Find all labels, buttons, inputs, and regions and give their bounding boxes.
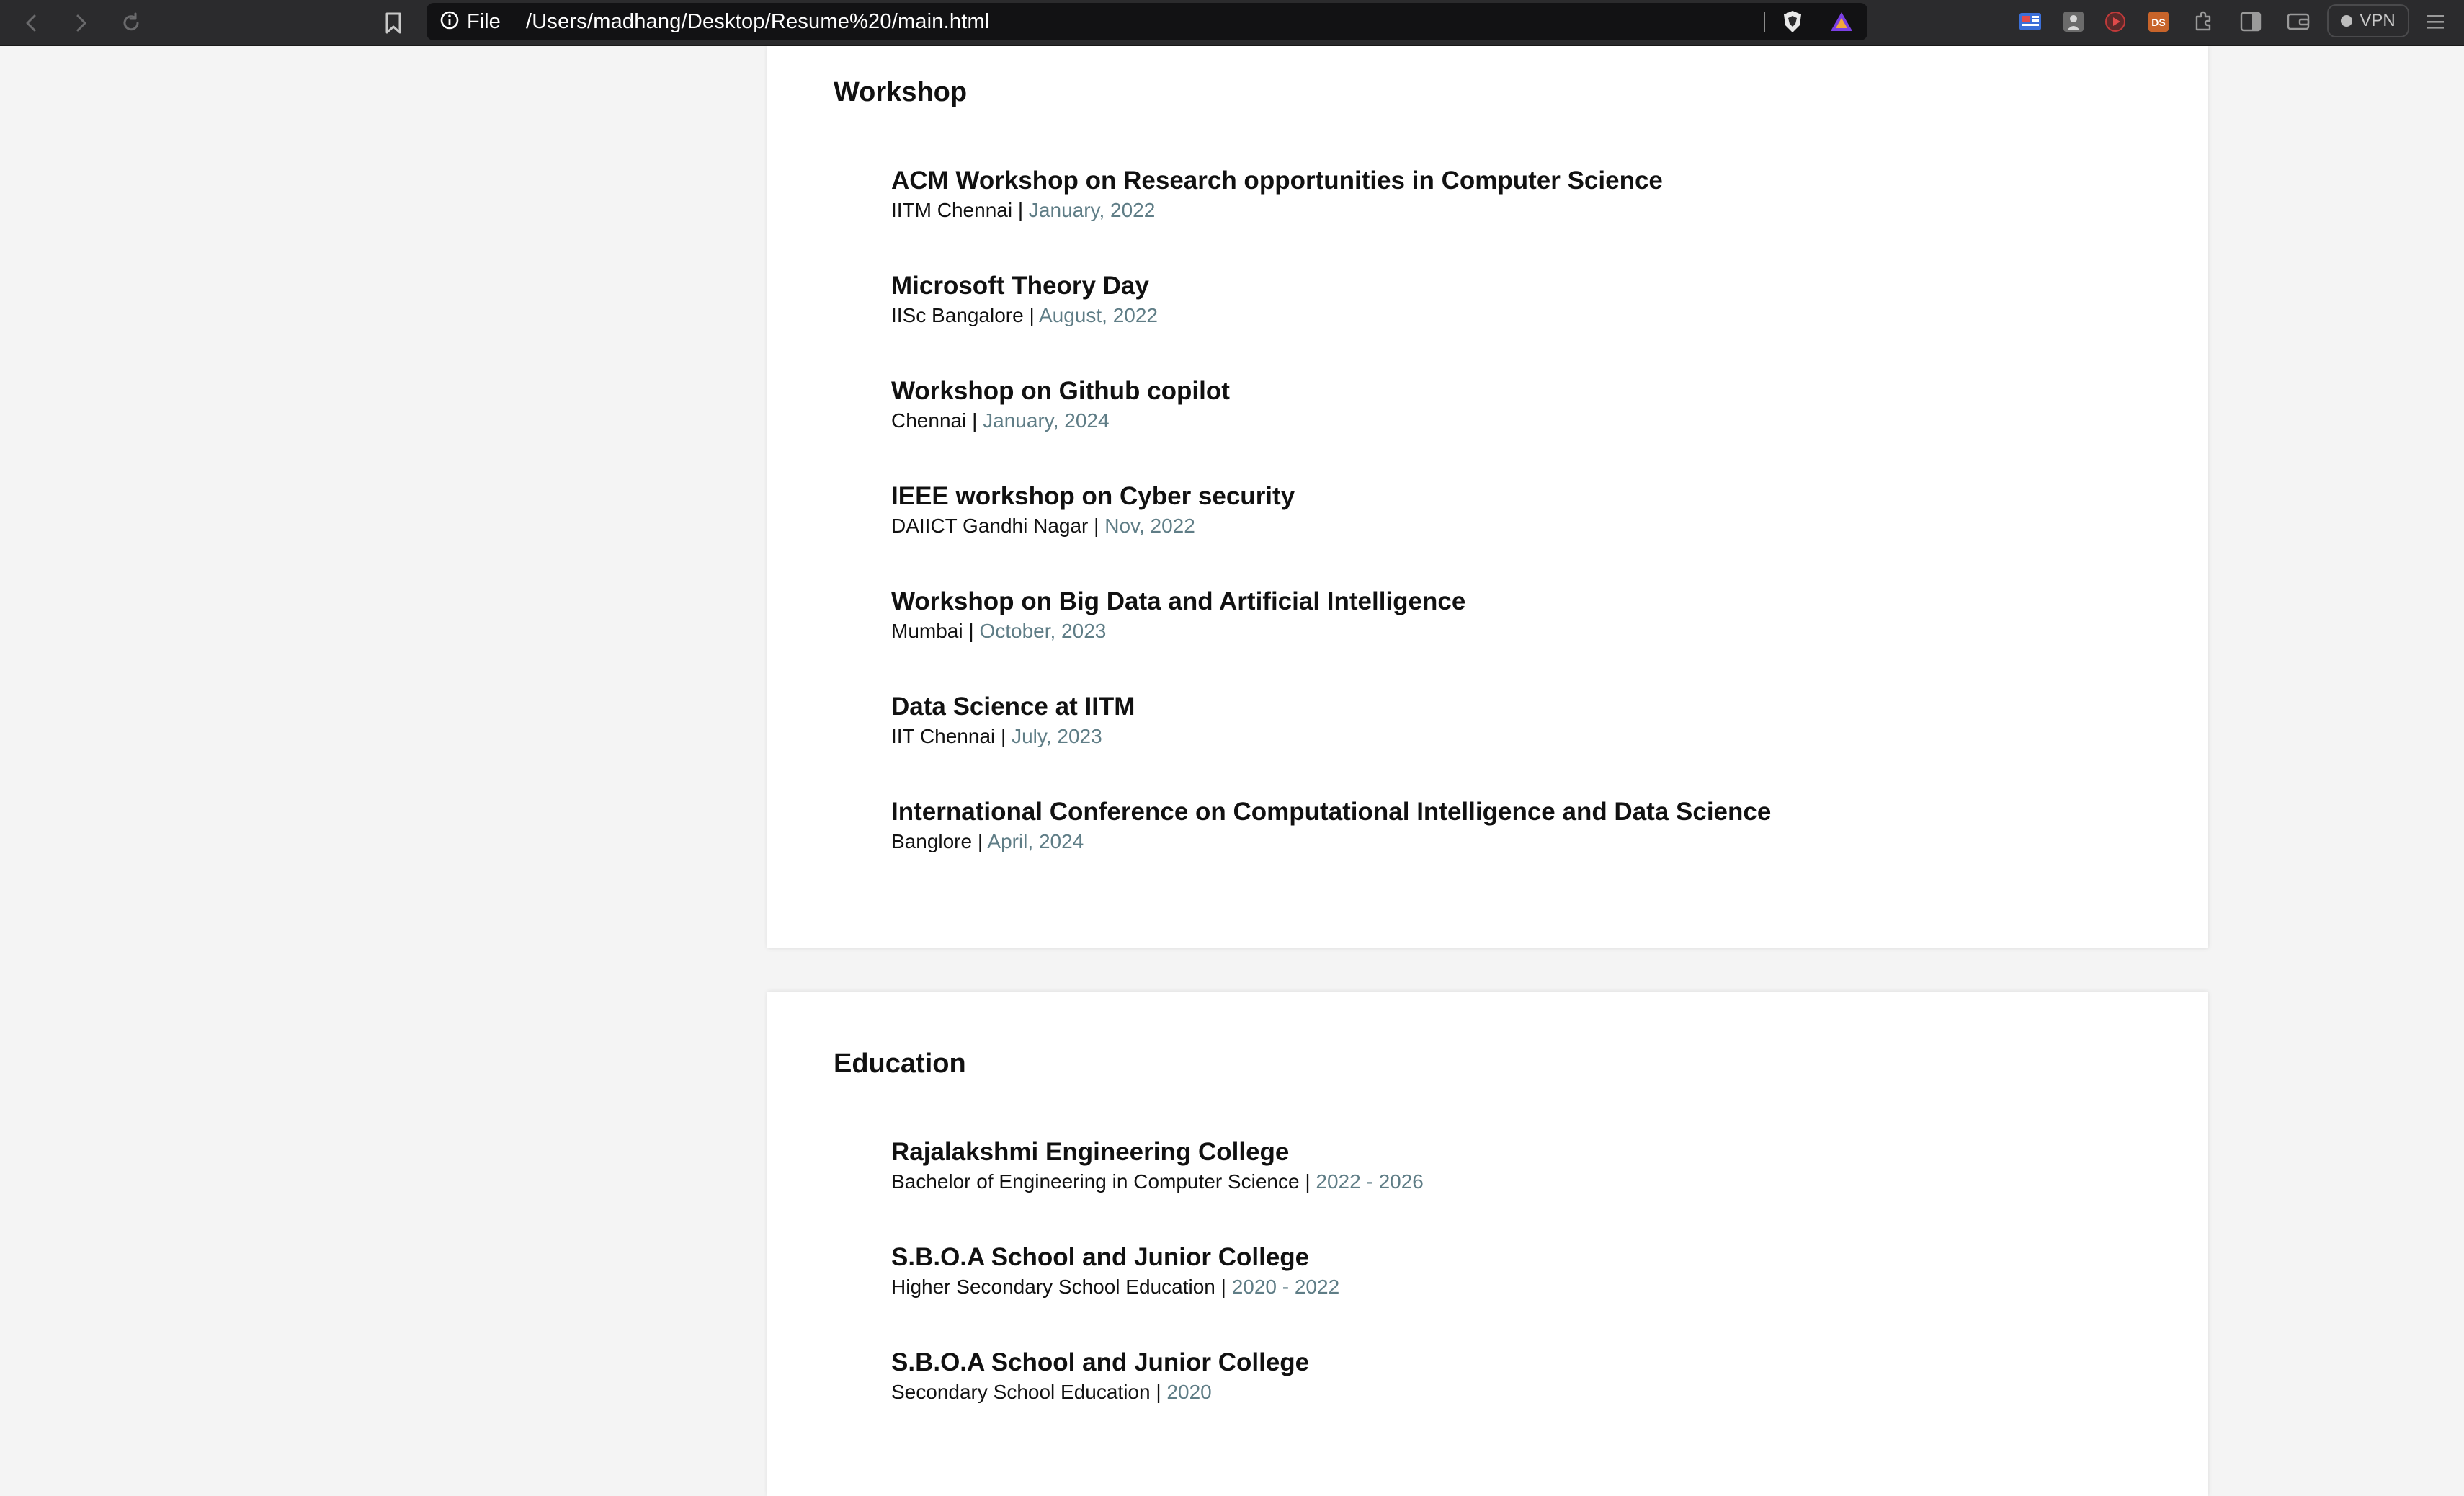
separator: | xyxy=(1094,515,1099,537)
education-item-degree: Secondary School Education xyxy=(891,1381,1151,1403)
brave-shield-icon[interactable] xyxy=(1780,9,1805,35)
education-item: S.B.O.A School and Junior College Second… xyxy=(891,1348,1309,1405)
workshop-item-title: Workshop on Github copilot xyxy=(891,377,1230,405)
extension-play-icon[interactable] xyxy=(2102,9,2128,35)
education-item-years: 2020 - 2022 xyxy=(1231,1275,1340,1298)
separator: | xyxy=(972,409,978,432)
workshop-item-title: Microsoft Theory Day xyxy=(891,272,1149,300)
extensions-puzzle-icon[interactable] xyxy=(2190,9,2216,35)
workshop-item: Workshop on Github copilot Chennai | Jan… xyxy=(891,376,1230,434)
education-item-years: 2022 - 2026 xyxy=(1316,1170,1424,1193)
section-title-education: Education xyxy=(834,1048,966,1079)
forward-arrow-icon[interactable] xyxy=(63,6,98,40)
workshop-item-date: Nov, 2022 xyxy=(1104,515,1195,537)
workshop-item-title: Workshop on Big Data and Artificial Inte… xyxy=(891,587,1466,615)
workshop-item-meta: Banglore | April, 2024 xyxy=(891,829,1771,855)
education-item: Rajalakshmi Engineering College Bachelor… xyxy=(891,1137,1424,1195)
workshop-item-date: July, 2023 xyxy=(1012,725,1102,747)
workshop-item-title: ACM Workshop on Research opportunities i… xyxy=(891,166,1663,195)
workshop-section: Workshop ACM Workshop on Research opport… xyxy=(767,46,2208,948)
sidebar-toggle-icon[interactable] xyxy=(2238,9,2264,35)
workshop-item-place: IIT Chennai xyxy=(891,725,996,747)
workshop-item-date: October, 2023 xyxy=(979,620,1107,642)
workshop-item-meta: Chennai | January, 2024 xyxy=(891,408,1230,434)
address-bar[interactable]: File /Users/madhang/Desktop/Resume%20/ma… xyxy=(427,3,1867,40)
hamburger-menu-icon[interactable] xyxy=(2422,9,2448,35)
back-arrow-icon[interactable] xyxy=(14,6,49,40)
url-divider xyxy=(1764,12,1765,32)
workshop-item-date: August, 2022 xyxy=(1038,304,1158,326)
separator: | xyxy=(968,620,974,642)
workshop-item-place: DAIICT Gandhi Nagar xyxy=(891,515,1089,537)
reload-icon[interactable] xyxy=(114,6,148,40)
workshop-item-place: IISc Bangalore xyxy=(891,304,1024,326)
education-item: S.B.O.A School and Junior College Higher… xyxy=(891,1242,1339,1300)
education-item-title: S.B.O.A School and Junior College xyxy=(891,1243,1310,1271)
workshop-item-place: IITM Chennai xyxy=(891,199,1013,221)
workshop-item: ACM Workshop on Research opportunities i… xyxy=(891,166,1663,223)
education-item-title: S.B.O.A School and Junior College xyxy=(891,1348,1310,1376)
url-text[interactable]: /Users/madhang/Desktop/Resume%20/main.ht… xyxy=(526,3,989,40)
workshop-item-place: Chennai xyxy=(891,409,967,432)
extension-person-icon[interactable] xyxy=(2061,9,2086,35)
browser-toolbar: File /Users/madhang/Desktop/Resume%20/ma… xyxy=(0,0,2464,46)
workshop-item-meta: IITM Chennai | January, 2022 xyxy=(891,197,1663,223)
education-item-years: 2020 xyxy=(1166,1381,1212,1403)
separator: | xyxy=(1156,1381,1161,1403)
workshop-item-title: Data Science at IITM xyxy=(891,693,1135,721)
vpn-button[interactable]: VPN xyxy=(2327,4,2409,37)
separator: | xyxy=(1017,199,1024,221)
section-title-workshop: Workshop xyxy=(834,77,968,107)
workshop-item-place: Banglore xyxy=(891,830,973,852)
workshop-item-meta: IISc Bangalore | August, 2022 xyxy=(891,303,1158,329)
education-item-meta: Higher Secondary School Education | 2020… xyxy=(891,1274,1339,1300)
workshop-item: Workshop on Big Data and Artificial Inte… xyxy=(891,587,1465,644)
workshop-item: IEEE workshop on Cyber security DAIICT G… xyxy=(891,481,1295,539)
education-item-degree: Bachelor of Engineering in Computer Scie… xyxy=(891,1170,1300,1193)
site-info-button[interactable]: File xyxy=(439,3,501,40)
workshop-item-date: April, 2024 xyxy=(987,830,1084,852)
education-item-title: Rajalakshmi Engineering College xyxy=(891,1138,1290,1166)
workshop-item: Microsoft Theory Day IISc Bangalore | Au… xyxy=(891,271,1158,329)
separator: | xyxy=(1001,725,1006,747)
bookmark-icon[interactable] xyxy=(376,6,411,40)
education-item-degree: Higher Secondary School Education xyxy=(891,1275,1215,1298)
workshop-item-title: International Conference on Computationa… xyxy=(891,798,1772,826)
workshop-item-meta: Mumbai | October, 2023 xyxy=(891,618,1465,644)
workshop-item-title: IEEE workshop on Cyber security xyxy=(891,482,1295,510)
workshop-item-date: January, 2024 xyxy=(983,409,1110,432)
vpn-status-icon xyxy=(2341,15,2353,27)
education-item-meta: Secondary School Education | 2020 xyxy=(891,1379,1309,1405)
workshop-item-date: January, 2022 xyxy=(1028,199,1156,221)
workshop-item-place: Mumbai xyxy=(891,620,963,642)
brave-rewards-icon[interactable] xyxy=(1829,9,1854,35)
separator: | xyxy=(1220,1275,1226,1298)
svg-text:DS: DS xyxy=(2151,17,2165,28)
separator: | xyxy=(1029,304,1035,326)
info-icon xyxy=(439,10,460,34)
workshop-item: Data Science at IITM IIT Chennai | July,… xyxy=(891,692,1135,749)
education-item-meta: Bachelor of Engineering in Computer Scie… xyxy=(891,1169,1424,1195)
url-scheme-label: File xyxy=(467,9,501,33)
extension-ds-icon[interactable]: DS xyxy=(2146,9,2171,35)
education-section: Education Rajalakshmi Engineering Colleg… xyxy=(767,992,2208,1496)
workshop-item: International Conference on Computationa… xyxy=(891,797,1771,855)
wallet-icon[interactable] xyxy=(2285,9,2311,35)
vpn-label: VPN xyxy=(2360,11,2396,30)
extension-flag-icon[interactable] xyxy=(2017,9,2043,35)
separator: | xyxy=(977,830,983,852)
workshop-item-meta: IIT Chennai | July, 2023 xyxy=(891,723,1135,749)
workshop-item-meta: DAIICT Gandhi Nagar | Nov, 2022 xyxy=(891,513,1295,539)
separator: | xyxy=(1305,1170,1311,1193)
